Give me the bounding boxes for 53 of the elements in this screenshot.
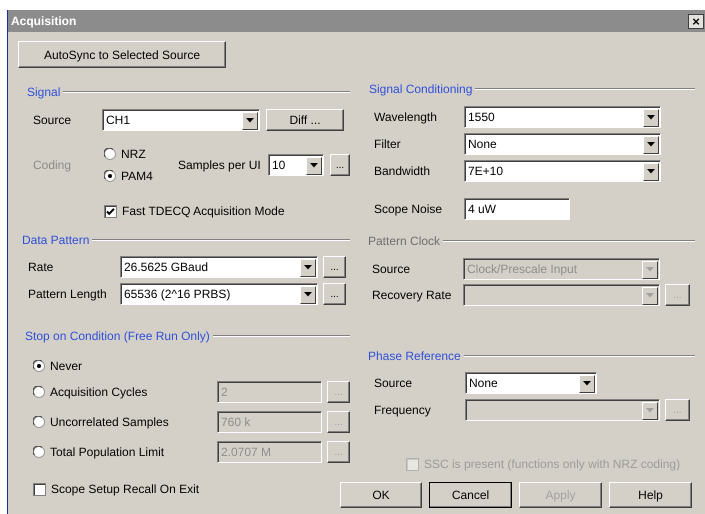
caret-icon	[646, 408, 654, 413]
diff-button[interactable]: Diff ...	[266, 109, 344, 131]
field-label: Pattern Length	[28, 287, 107, 301]
dialog-button[interactable]: Cancel	[429, 482, 512, 508]
input-field[interactable]: 4 uW	[464, 198, 570, 220]
dropdown[interactable]: None	[465, 372, 597, 394]
dropdown[interactable]: 1550	[464, 106, 661, 128]
dropdown[interactable]: 65536 (2^16 PRBS)	[120, 283, 318, 305]
dropdown[interactable]: CH1	[102, 109, 260, 131]
caret-icon	[647, 115, 655, 120]
radio-button[interactable]: Uncorrelated Samples	[33, 414, 169, 430]
caret-icon	[304, 292, 312, 297]
section-title: Pattern Clock	[368, 234, 440, 248]
field-label: Bandwidth	[374, 164, 430, 178]
caret-icon	[647, 169, 655, 174]
radio-button[interactable]: Acquisition Cycles	[33, 384, 148, 400]
section-title: Stop on Condition (Free Run Only)	[25, 329, 210, 343]
section-title: Phase Reference	[368, 349, 461, 363]
caret-icon	[583, 381, 591, 386]
more-button[interactable]: ...	[323, 283, 346, 305]
caret-icon	[310, 163, 318, 168]
caret-icon	[646, 267, 654, 272]
section-title: Signal Conditioning	[369, 82, 472, 96]
more-button[interactable]: ...	[323, 256, 346, 278]
field-label: Frequency	[374, 403, 431, 417]
field-label: Source	[374, 376, 412, 390]
dialog-button[interactable]: Help	[609, 482, 692, 508]
caret-icon	[304, 265, 312, 270]
field-label: Source	[33, 113, 72, 127]
caret-icon	[647, 142, 655, 147]
section-title: Signal	[27, 85, 60, 99]
dropdown[interactable]: 26.5625 GBaud	[120, 256, 318, 278]
section-title: Data Pattern	[22, 233, 90, 247]
dropdown[interactable]: None	[464, 133, 661, 155]
dropdown[interactable]: 7E+10	[464, 160, 661, 182]
radio-button[interactable]: Never	[33, 358, 82, 374]
dialog-button[interactable]: OK	[340, 482, 422, 508]
checkbox[interactable]: Scope Setup Recall On Exit	[33, 481, 200, 498]
caret-icon	[646, 293, 654, 298]
field-label: Filter	[374, 137, 401, 151]
checkbox[interactable]: Fast TDECQ Acquisition Mode	[104, 203, 285, 220]
close-button[interactable]: ×	[688, 14, 704, 28]
field-label: Coding	[33, 158, 72, 172]
radio-button[interactable]: Total Population Limit	[33, 444, 164, 460]
caret-icon	[246, 118, 254, 123]
autosync-button[interactable]: AutoSync to Selected Source	[18, 41, 226, 68]
field-label: Samples per UI	[178, 158, 261, 172]
field-label: Recovery Rate	[372, 288, 452, 302]
window-title: Acquisition	[11, 14, 76, 28]
field-label: Scope Noise	[374, 202, 442, 216]
field-label: Rate	[28, 260, 54, 274]
field-label: Source	[372, 262, 410, 276]
field-label: Wavelength	[374, 110, 437, 124]
